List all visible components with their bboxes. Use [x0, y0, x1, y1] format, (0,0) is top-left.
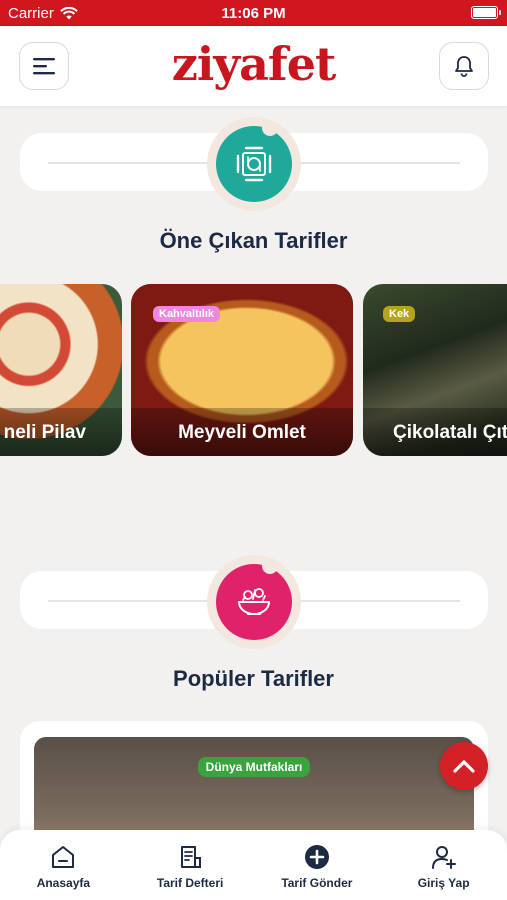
tab-submit-recipe[interactable]: Tarif Gönder	[254, 830, 381, 900]
status-time: 11:06 PM	[221, 5, 286, 22]
bell-icon	[455, 56, 473, 77]
recipe-slide-title: Meyveli Omlet	[178, 422, 306, 443]
featured-title: Öne Çıkan Tarifler	[159, 228, 348, 253]
tab-label: Anasayfa	[36, 876, 91, 890]
tab-label: Tarif Defteri	[156, 876, 224, 890]
chevron-up-icon	[453, 760, 475, 773]
recipe-slide[interactable]: Kahvaltılık Meyveli Omlet	[131, 284, 353, 456]
category-badge: Kek	[383, 306, 416, 322]
tab-recipe-book[interactable]: Tarif Defteri	[127, 830, 254, 900]
category-badge: Dünya Mutfakları	[197, 757, 311, 777]
recipe-slide-title: Çikolatalı Çıtı	[393, 422, 507, 443]
user-plus-icon	[431, 846, 456, 869]
salad-bowl-icon	[237, 588, 271, 615]
popular-badge	[207, 555, 301, 649]
notebook-icon	[181, 846, 202, 868]
battery-icon	[471, 6, 501, 19]
popular-title: Popüler Tarifler	[173, 666, 334, 691]
plus-circle-icon	[304, 845, 329, 869]
app-logo[interactable]: ziyafet	[0, 37, 507, 91]
featured-carousel[interactable]: neli Pilav Kahvaltılık Meyveli Omlet Kek…	[0, 284, 507, 456]
tab-label: Tarif Gönder	[281, 876, 353, 890]
featured-badge	[207, 117, 301, 211]
tab-home[interactable]: Anasayfa	[0, 830, 127, 900]
dining-table-icon	[236, 146, 272, 182]
category-badge: Kahvaltılık	[153, 306, 221, 322]
recipe-slide[interactable]: Kek Çikolatalı Çıtı	[363, 284, 507, 456]
recipe-slide-title: neli Pilav	[3, 422, 86, 443]
app-header: ziyafet	[0, 26, 507, 106]
notifications-button[interactable]	[439, 42, 489, 90]
tab-label: Giriş Yap	[417, 876, 470, 890]
bottom-tab-bar: Anasayfa Tarif Defteri Tarif Gönder Giri…	[0, 830, 507, 900]
tab-login[interactable]: Giriş Yap	[380, 830, 507, 900]
status-bar: Carrier 11:06 PM	[0, 0, 507, 26]
recipe-slide[interactable]: neli Pilav	[0, 284, 122, 456]
scroll-top-button[interactable]	[440, 742, 488, 790]
home-icon	[52, 846, 75, 868]
